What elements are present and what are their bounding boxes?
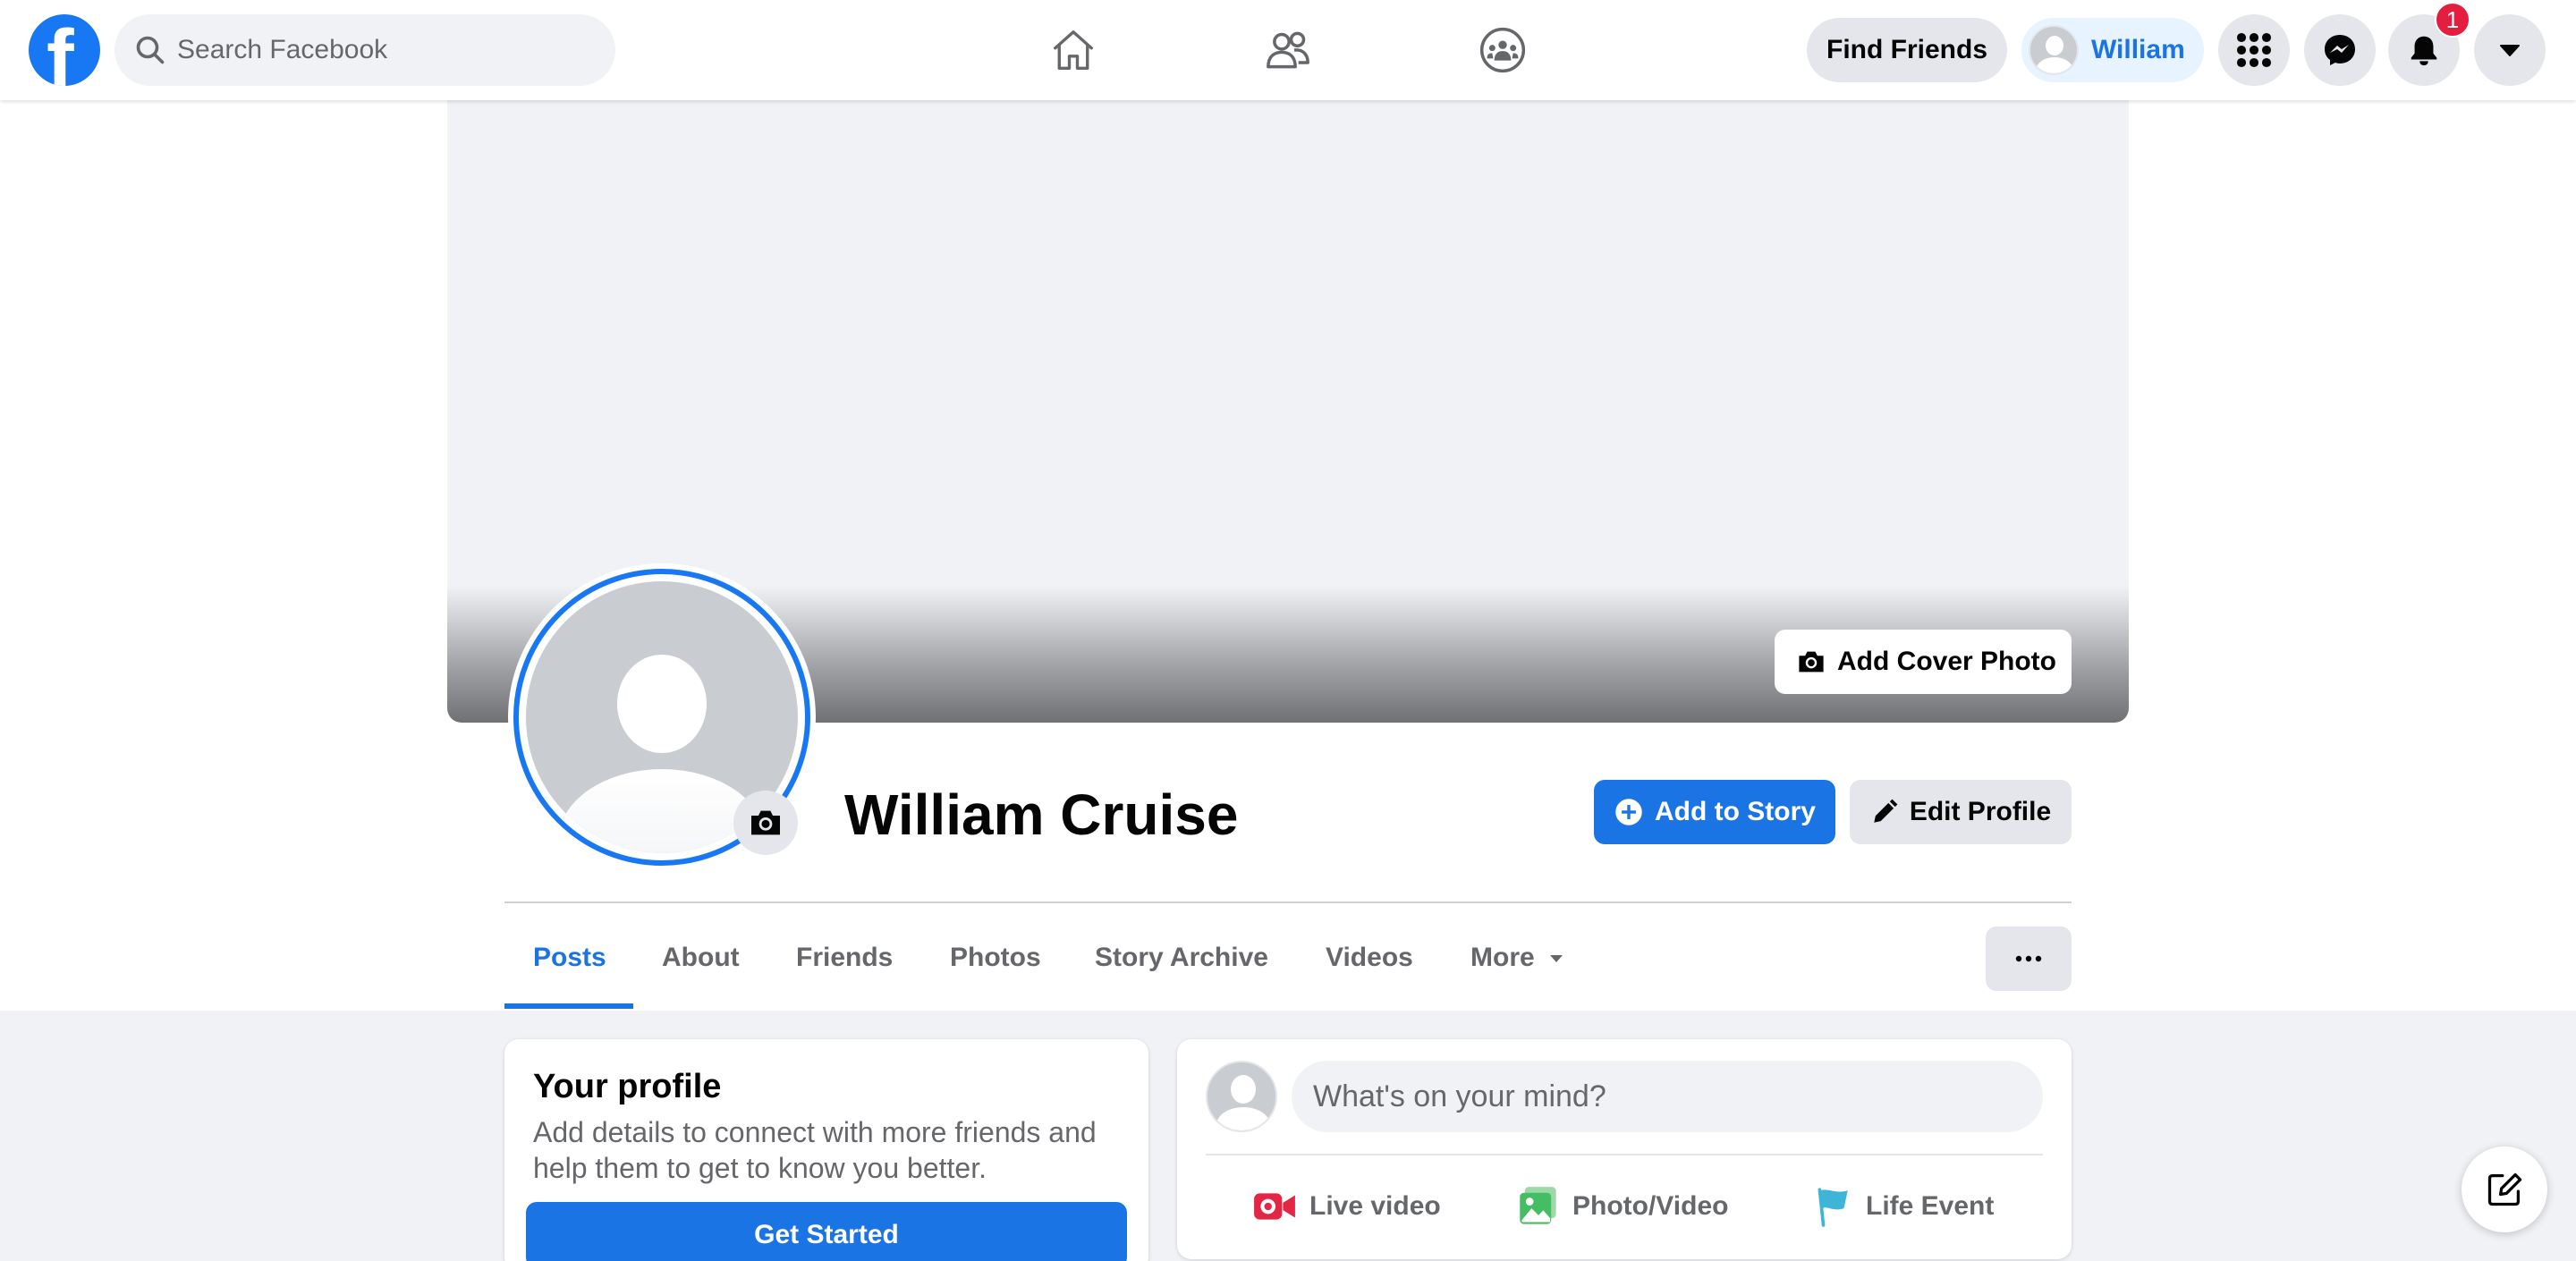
- your-profile-title: Your profile: [533, 1068, 722, 1105]
- post-composer-card: Live video Photo/Video Life Event: [1177, 1039, 2072, 1259]
- profile-chip[interactable]: William: [2021, 18, 2204, 82]
- tab-more[interactable]: More: [1470, 925, 1565, 991]
- pencil-icon: [1874, 799, 1898, 823]
- get-started-button[interactable]: Get Started: [526, 1202, 1127, 1261]
- your-profile-description: Add details to connect with more friends…: [533, 1116, 1097, 1184]
- add-to-story-button[interactable]: Add to Story: [1594, 780, 1835, 844]
- facebook-logo-icon[interactable]: f: [29, 14, 100, 86]
- home-icon[interactable]: [1045, 21, 1102, 79]
- camera-icon: [1799, 651, 1824, 673]
- new-message-compose-icon[interactable]: [2462, 1147, 2547, 1232]
- header-divider: [504, 901, 2072, 903]
- search-input[interactable]: [177, 14, 589, 86]
- search-box[interactable]: [114, 14, 615, 86]
- active-tab-indicator: [504, 1003, 633, 1009]
- live-video-label: Live video: [1309, 1191, 1441, 1221]
- plus-circle-icon: [1615, 799, 1642, 825]
- edit-profile-label: Edit Profile: [1909, 797, 2052, 826]
- profile-chip-name: William: [2091, 35, 2185, 64]
- your-profile-card: Your profile Add details to connect with…: [504, 1039, 1148, 1261]
- flag-icon: [1818, 1188, 1848, 1227]
- composer-divider: [1206, 1154, 2043, 1155]
- friends-icon[interactable]: [1259, 21, 1317, 79]
- messenger-icon[interactable]: [2304, 14, 2376, 86]
- update-profile-picture-camera-icon[interactable]: [733, 791, 798, 855]
- notifications-badge: 1: [2435, 2, 2470, 38]
- groups-icon[interactable]: [1474, 21, 1531, 79]
- add-cover-photo-button[interactable]: Add Cover Photo: [1775, 630, 2072, 694]
- tab-posts[interactable]: Posts: [533, 925, 606, 991]
- tab-more-label: More: [1470, 943, 1535, 972]
- find-friends-button[interactable]: Find Friends: [1807, 18, 2007, 82]
- life-event-label: Life Event: [1866, 1191, 1995, 1221]
- top-navigation-bar: f Find Friends: [0, 0, 2576, 100]
- search-icon: [136, 36, 165, 64]
- profile-options-ellipsis-icon[interactable]: [1986, 927, 2072, 991]
- account-dropdown-chevron-icon[interactable]: [2474, 14, 2546, 86]
- edit-profile-button[interactable]: Edit Profile: [1850, 780, 2072, 844]
- caret-down-icon: [1549, 955, 1563, 962]
- profile-name: William Cruise: [844, 783, 1239, 847]
- tab-story-archive[interactable]: Story Archive: [1095, 925, 1268, 991]
- tab-about[interactable]: About: [662, 925, 740, 991]
- menu-grid-icon[interactable]: [2218, 14, 2290, 86]
- photo-video-icon: [1520, 1187, 1556, 1224]
- photo-video-label: Photo/Video: [1572, 1191, 1729, 1221]
- whats-on-your-mind-input[interactable]: [1292, 1061, 2043, 1132]
- avatar: [2029, 25, 2079, 75]
- tab-friends[interactable]: Friends: [796, 925, 893, 991]
- avatar[interactable]: [1206, 1061, 1277, 1132]
- life-event-button[interactable]: Life Event: [1812, 1173, 1994, 1240]
- tab-videos[interactable]: Videos: [1326, 925, 1413, 991]
- live-video-button[interactable]: Live video: [1252, 1173, 1441, 1240]
- add-to-story-label: Add to Story: [1655, 797, 1816, 826]
- tab-photos[interactable]: Photos: [950, 925, 1041, 991]
- add-cover-photo-label: Add Cover Photo: [1837, 647, 2056, 676]
- photo-video-button[interactable]: Photo/Video: [1517, 1173, 1728, 1240]
- live-video-icon: [1254, 1193, 1295, 1220]
